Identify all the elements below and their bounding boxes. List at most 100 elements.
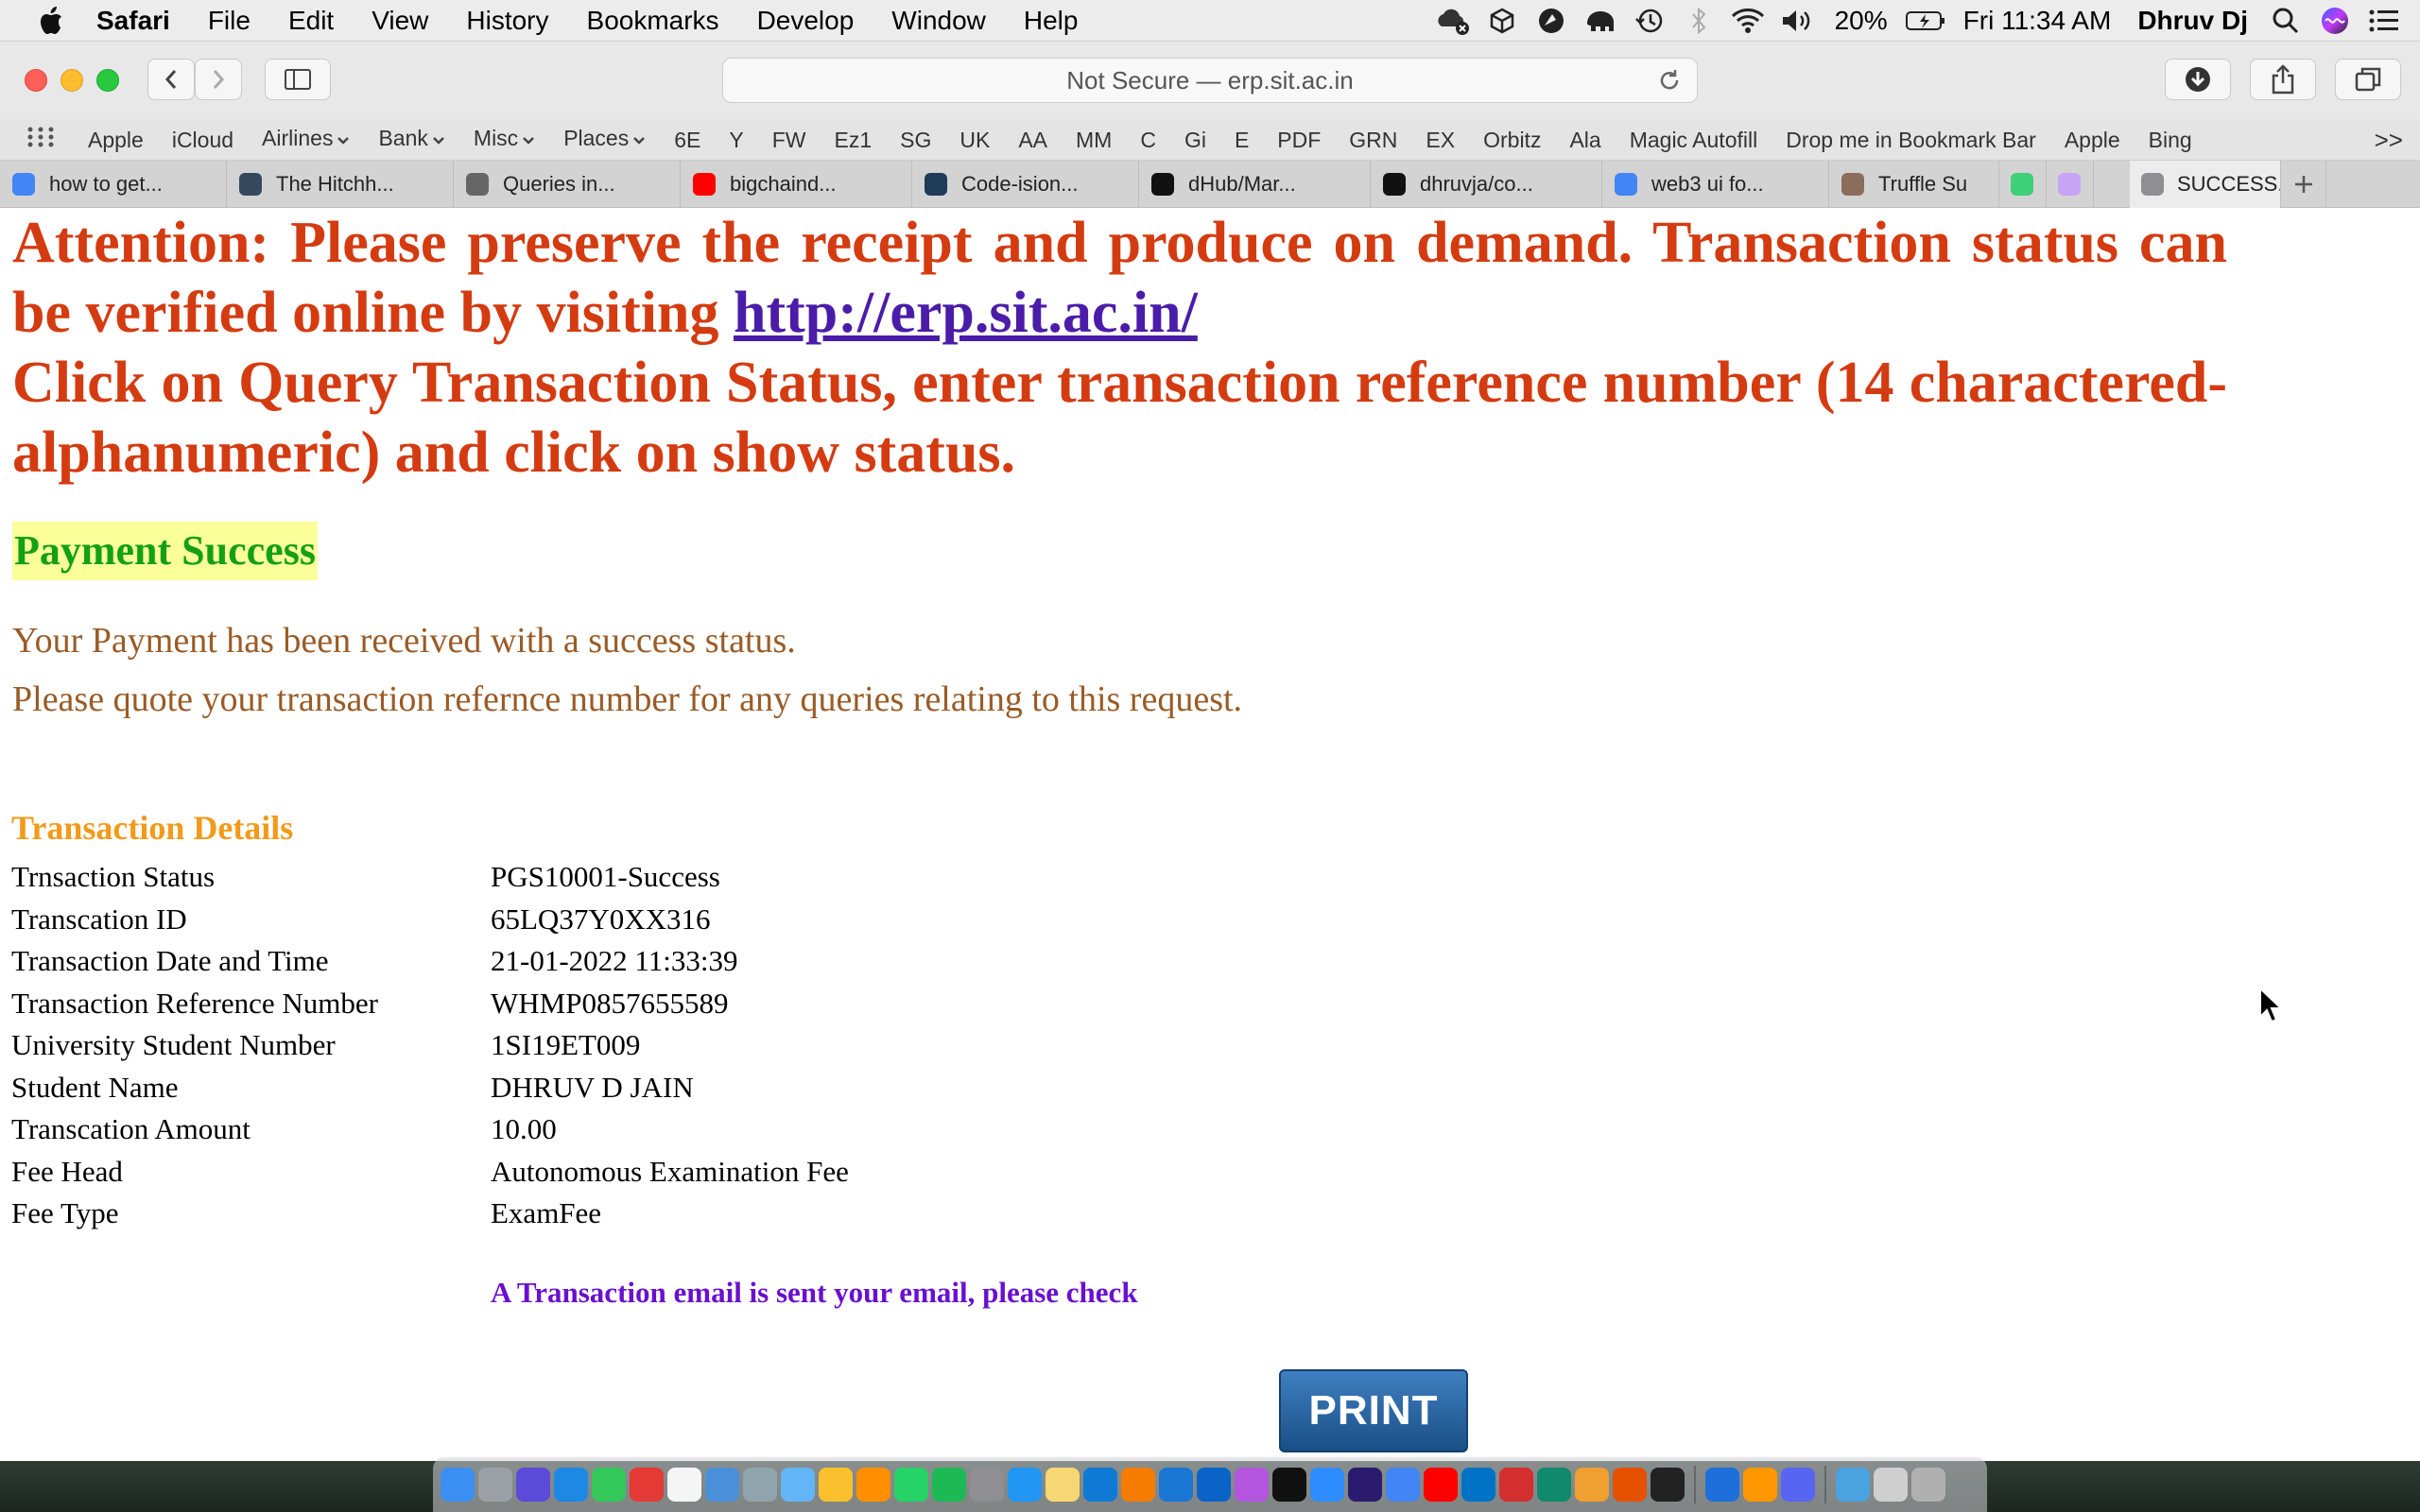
cloud-sync-icon[interactable]	[1428, 0, 1478, 42]
browser-tab[interactable]: The Hitchh...	[227, 160, 454, 208]
favorite-e[interactable]: E	[1220, 119, 1263, 161]
time-machine-icon[interactable]	[1625, 0, 1674, 42]
downloads-button[interactable]	[2165, 59, 2231, 100]
battery-icon[interactable]	[1901, 0, 1950, 42]
favorite-misc[interactable]: Misc	[459, 117, 549, 163]
box-icon[interactable]	[1478, 0, 1527, 42]
dock-sequel-icon[interactable]	[1575, 1468, 1609, 1502]
dock-toolbox-icon[interactable]	[1613, 1468, 1647, 1502]
dock-xcode-icon[interactable]	[1159, 1468, 1193, 1502]
menu-edit[interactable]: Edit	[269, 0, 353, 42]
menu-file[interactable]: File	[189, 0, 269, 42]
favorite-grn[interactable]: GRN	[1335, 119, 1411, 161]
favorite-orbitz[interactable]: Orbitz	[1469, 119, 1555, 161]
reload-icon[interactable]	[1657, 68, 1682, 99]
dock-terminal-icon[interactable]	[1651, 1468, 1685, 1502]
browser-tab[interactable]	[2047, 160, 2094, 208]
favorite-ez1[interactable]: Ez1	[820, 119, 886, 161]
browser-tab[interactable]: Code-ision...	[912, 160, 1139, 208]
close-window-button[interactable]	[25, 69, 47, 92]
elephant-icon[interactable]	[1576, 0, 1625, 42]
dock-whatsapp-icon[interactable]	[894, 1468, 928, 1502]
dock-siri-icon[interactable]	[516, 1468, 550, 1502]
favorite-ex[interactable]: EX	[1411, 119, 1469, 161]
minimize-window-button[interactable]	[60, 69, 83, 92]
favorite-apple[interactable]: Apple	[2050, 119, 2135, 161]
dock-finder-icon[interactable]	[441, 1468, 475, 1502]
dock-trash-icon[interactable]	[1911, 1468, 1945, 1502]
favorite-gi[interactable]: Gi	[1170, 119, 1220, 161]
menu-bookmarks[interactable]: Bookmarks	[568, 0, 738, 42]
tab-overview-button[interactable]	[2335, 59, 2401, 100]
dock-opera-icon[interactable]	[630, 1468, 664, 1502]
favorite-uk[interactable]: UK	[945, 119, 1004, 161]
menu-view[interactable]: View	[353, 0, 447, 42]
browser-tab[interactable]: bigchaind...	[681, 160, 912, 208]
forward-button[interactable]	[195, 59, 242, 100]
dock-safari-tech-icon[interactable]	[1705, 1468, 1739, 1502]
browser-tab[interactable]	[1999, 160, 2047, 208]
spotlight-search-icon[interactable]	[2261, 0, 2310, 42]
dock-podcasts-icon[interactable]	[1235, 1468, 1269, 1502]
share-button[interactable]	[2250, 59, 2316, 100]
dock-spotify-icon[interactable]	[932, 1468, 966, 1502]
user-name[interactable]: Dhruv Dj	[2124, 0, 2261, 42]
back-button[interactable]	[147, 59, 195, 100]
dock-notes-icon[interactable]	[1046, 1468, 1080, 1502]
dock-zoom-icon[interactable]	[1310, 1468, 1344, 1502]
menu-help[interactable]: Help	[1005, 0, 1098, 42]
dock-amazon-music-icon[interactable]	[1348, 1468, 1382, 1502]
dock-acrobat-icon[interactable]	[1499, 1468, 1533, 1502]
favorite-y[interactable]: Y	[715, 119, 757, 161]
dock-books-icon[interactable]	[1121, 1468, 1155, 1502]
favorite-places[interactable]: Places	[549, 117, 660, 163]
siri-icon[interactable]	[2310, 0, 2360, 42]
dock-downloads-icon[interactable]	[1836, 1468, 1870, 1502]
dock-help-icon[interactable]	[1874, 1468, 1908, 1502]
favorite-aa[interactable]: AA	[1004, 119, 1062, 161]
dock-onedrive-icon[interactable]	[1197, 1468, 1231, 1502]
browser-tab[interactable]: dhruvja/co...	[1371, 160, 1602, 208]
print-button[interactable]: PRINT	[1279, 1369, 1468, 1452]
dock-cleaner-icon[interactable]	[1537, 1468, 1571, 1502]
favorite-magic-autofill[interactable]: Magic Autofill	[1616, 119, 1772, 161]
favorite-mm[interactable]: MM	[1062, 119, 1126, 161]
favorite-pdf[interactable]: PDF	[1263, 119, 1335, 161]
disc-icon[interactable]	[1527, 0, 1576, 42]
favorite-drop-me-in-bookmark-bar[interactable]: Drop me in Bookmark Bar	[1772, 119, 2050, 161]
dock-scanner-icon[interactable]	[743, 1468, 777, 1502]
favorite-bing[interactable]: Bing	[2135, 119, 2206, 161]
dock-sublime-icon[interactable]	[856, 1468, 890, 1502]
address-bar[interactable]: Not Secure — erp.sit.ac.in	[722, 58, 1698, 103]
dock-preview-icon[interactable]	[705, 1468, 739, 1502]
favorites-overflow-button[interactable]: >>	[2375, 119, 2403, 161]
dock-vscode-icon[interactable]	[1083, 1468, 1117, 1502]
dock-mail-icon[interactable]	[781, 1468, 815, 1502]
dock-chrome-icon[interactable]	[1386, 1468, 1420, 1502]
browser-tab[interactable]: SUCCESS...	[2130, 160, 2281, 208]
control-center-icon[interactable]	[2360, 0, 2409, 42]
favorite-icloud[interactable]: iCloud	[158, 119, 248, 161]
dock-discord-icon[interactable]	[1781, 1468, 1815, 1502]
volume-icon[interactable]	[1772, 0, 1822, 42]
favorite-c[interactable]: C	[1126, 119, 1170, 161]
dock-system-preferences-icon[interactable]	[970, 1468, 1004, 1502]
dock-apple-tv-icon[interactable]	[1272, 1468, 1306, 1502]
apple-menu-icon[interactable]	[25, 0, 78, 42]
zoom-window-button[interactable]	[96, 69, 119, 92]
dock-youtube-icon[interactable]	[1424, 1468, 1458, 1502]
favorite-apple[interactable]: Apple	[74, 119, 158, 161]
bluetooth-icon[interactable]	[1674, 0, 1723, 42]
dock-app-store-icon[interactable]	[1008, 1468, 1042, 1502]
browser-tab[interactable]: Queries in...	[454, 160, 681, 208]
browser-tab[interactable]: web3 ui fo...	[1602, 160, 1829, 208]
menu-app-safari[interactable]: Safari	[78, 0, 189, 42]
browser-tab[interactable]: how to get...	[0, 160, 227, 208]
dock-safari-icon[interactable]	[554, 1468, 588, 1502]
favorite-bank[interactable]: Bank	[364, 117, 458, 163]
dock-launchpad-icon[interactable]	[478, 1468, 512, 1502]
sidebar-button[interactable]	[265, 59, 331, 100]
menu-history[interactable]: History	[447, 0, 567, 42]
dock-facetime-icon[interactable]	[592, 1468, 626, 1502]
favorite-sg[interactable]: SG	[886, 119, 945, 161]
